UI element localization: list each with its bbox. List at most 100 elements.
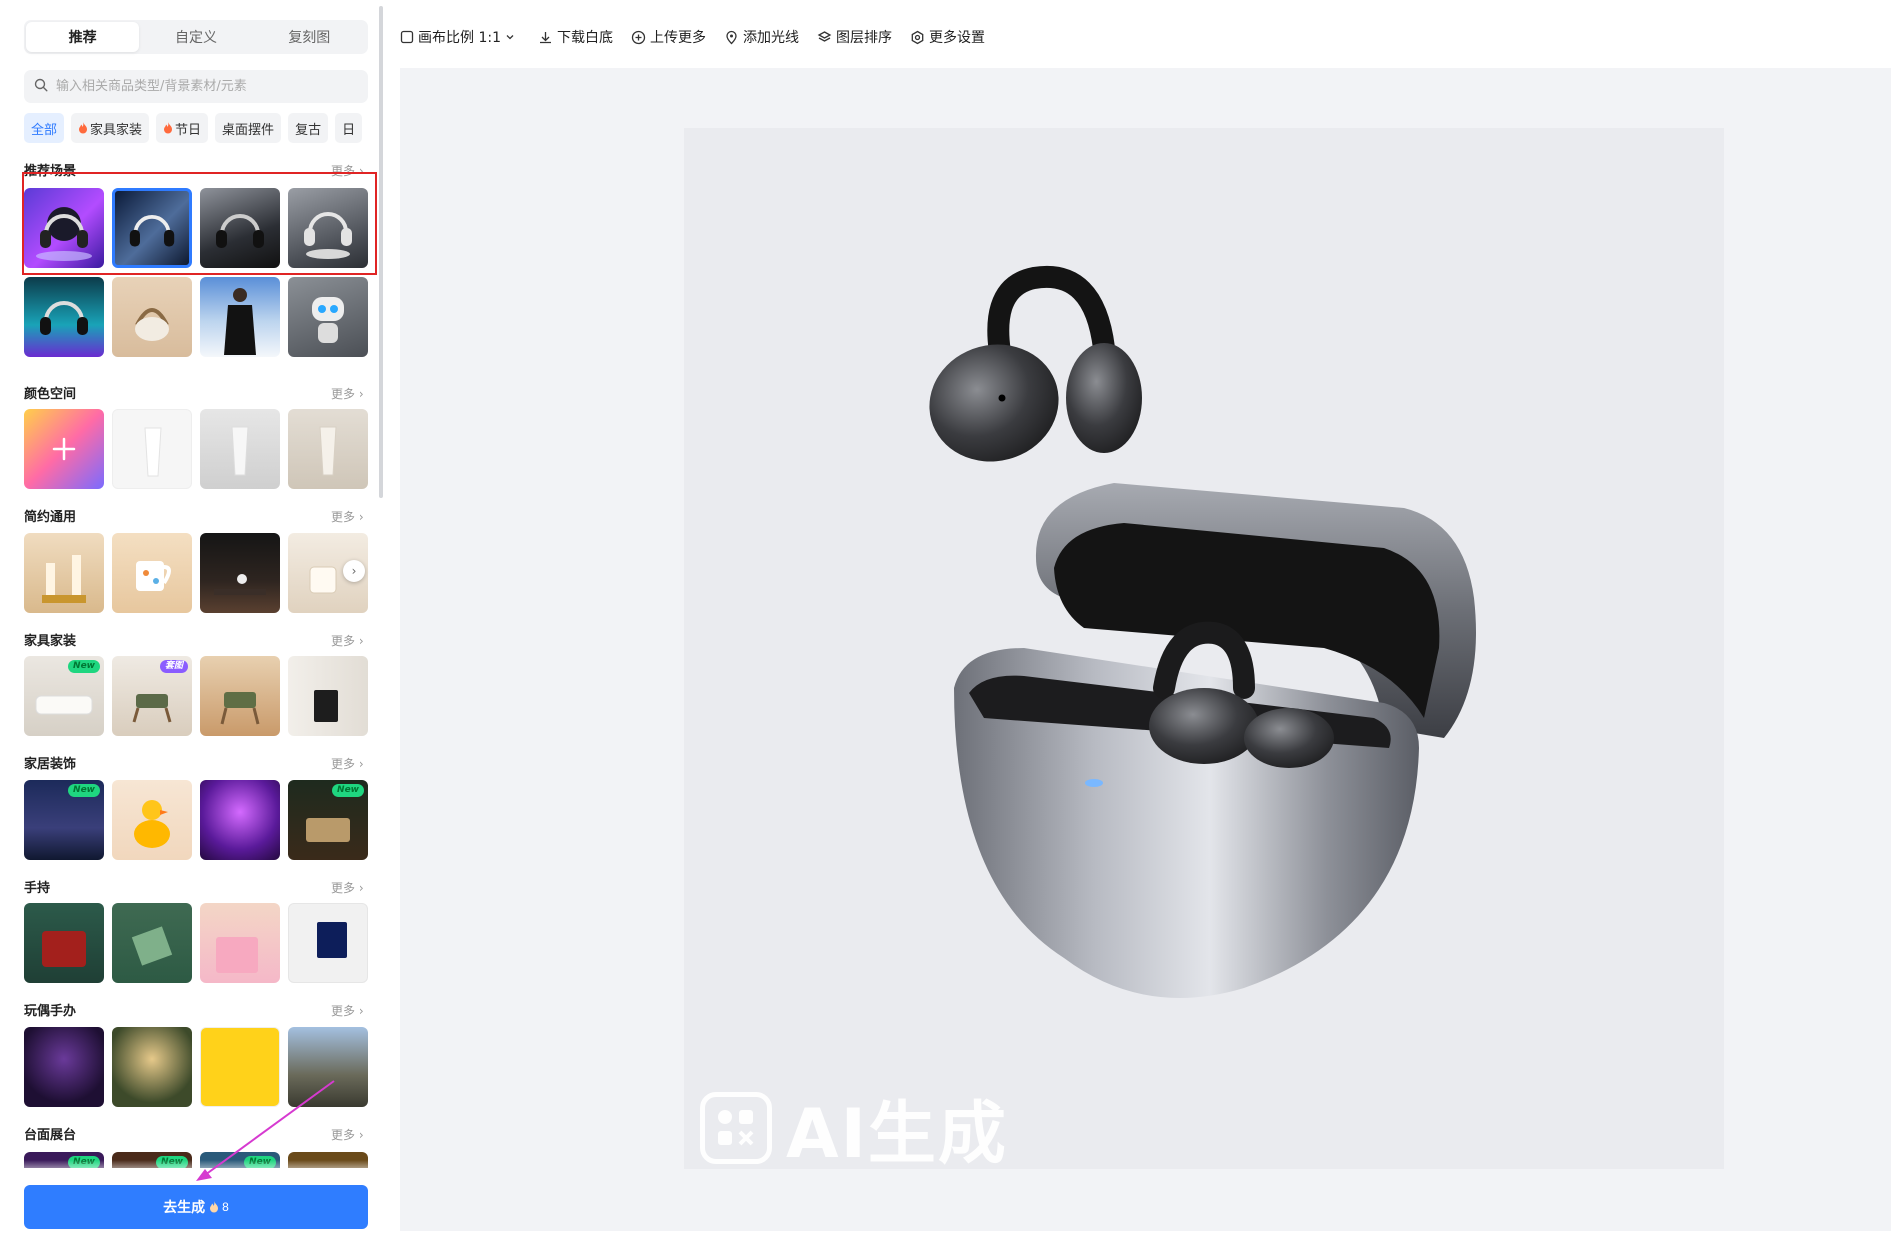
upload-more-button[interactable]: 上传更多 [631,27,706,47]
thumb-row [24,409,368,489]
new-badge: New [68,784,100,797]
thumb-row [24,1027,368,1107]
scene-thumb-armchair-room[interactable]: 套图 [112,656,192,736]
settings-icon [911,30,924,44]
canvas-ratio-dropdown[interactable]: 画布比例 1:1 [400,27,520,47]
person-icon [224,288,256,355]
scene-thumb-helmet-figure[interactable] [288,1027,368,1107]
section-title-color-space: 颜色空间 [24,387,77,402]
chip-desk-decor[interactable]: 桌面摆件 [215,113,282,143]
color-thumb-beige[interactable] [288,409,368,489]
scroll-right-button[interactable]: › [343,560,365,582]
add-color-button[interactable] [24,409,104,489]
section-title-stage: 台面展台 [24,1128,77,1143]
figure-icon [214,574,266,595]
set-badge: 套图 [159,660,188,673]
scene-thumb-man-snow[interactable] [200,277,280,357]
search-icon [34,77,48,96]
headphone-icon [40,301,88,335]
search-input[interactable] [54,78,358,95]
watermark-text: AI生成 [786,1095,1008,1174]
chip-retro[interactable]: 复古 [288,113,329,143]
layer-order-label: 图层排序 [835,30,892,46]
scene-thumb-headphone-teal[interactable] [24,277,104,357]
more-settings-label: 更多设置 [928,30,985,46]
scene-thumb-duck[interactable] [112,780,192,860]
tab-replicate[interactable]: 复刻图 [253,22,366,52]
list-fade [0,1160,380,1178]
fire-icon [79,122,88,134]
new-badge: New [68,660,100,673]
tab-recommend[interactable]: 推荐 [26,22,140,52]
more-link[interactable]: 更多 › [331,508,364,525]
scene-thumb-sofa[interactable]: New [24,656,104,736]
scene-thumb-bag-beige[interactable] [112,277,192,357]
scene-thumb-night-forest[interactable]: New [24,780,104,860]
fire-icon [164,122,173,134]
section-title-home-decor: 家居装饰 [24,757,77,772]
duck-icon [134,800,170,848]
layers-icon [817,30,832,42]
more-link[interactable]: 更多 › [331,1002,364,1019]
scene-thumb-forest-figure[interactable] [112,1027,192,1107]
more-settings-button[interactable]: 更多设置 [910,27,985,47]
layer-order-button[interactable]: 图层排序 [817,27,892,47]
thumb-row: New New [24,780,368,860]
artboard[interactable] [684,128,1724,1169]
category-chips: 全部 家具家装 节日 桌面摆件 复古 日 [24,113,372,143]
bag-icon [135,308,169,341]
plus-icon [52,437,76,461]
tube-icon [231,426,249,476]
thumb-row [24,277,368,357]
scene-thumb-pink-bag[interactable] [200,903,280,983]
scene-thumb-blue-box[interactable] [288,903,368,983]
chip-label: 全部 [31,122,58,138]
ai-logo-icon [700,1091,772,1164]
scene-thumb-candles[interactable] [24,533,104,613]
scene-thumb-jewelry-box[interactable]: New [288,780,368,860]
more-link[interactable]: 更多 › [331,879,364,896]
color-thumb-white[interactable] [112,409,192,489]
scene-thumb-red-bag[interactable] [24,903,104,983]
sidebar-scrollbar[interactable] [379,6,383,498]
plus-circle-icon [631,30,646,44]
chevron-down-icon [506,35,514,40]
generate-button[interactable]: 去生成 8 [24,1185,368,1229]
thumb-row [24,533,368,613]
scene-thumb-green-gift[interactable] [112,903,192,983]
scene-thumb-bin[interactable] [288,656,368,736]
more-link[interactable]: 更多 › [331,632,364,649]
product-earbuds-image[interactable] [684,128,1724,1169]
thumb-row [24,903,368,983]
chip-holiday[interactable]: 节日 [156,113,209,143]
scene-thumb-halloween[interactable] [200,780,280,860]
box-icon [317,922,347,958]
scene-thumb-robot[interactable] [288,277,368,357]
tube-icon [144,427,162,477]
bag-icon [42,931,86,967]
mug-icon [136,561,171,591]
chip-daily[interactable]: 日 [335,113,363,143]
candle-icon [42,555,86,603]
canvas-toolbar: 画布比例 1:1 下载白底 上传更多 添加光线 图层排序 更多设置 [400,22,985,52]
scene-thumb-mug[interactable] [112,533,192,613]
more-link[interactable]: 更多 › [331,1126,364,1143]
scene-thumb-pop-figures[interactable] [200,1027,280,1107]
more-link[interactable]: 更多 › [331,385,364,402]
download-white-bg-button[interactable]: 下载白底 [538,27,613,47]
bin-icon [314,690,338,722]
scene-thumb-dark-table[interactable] [200,533,280,613]
add-light-button[interactable]: 添加光线 [724,27,799,47]
scene-thumb-armchair-wood[interactable] [200,656,280,736]
chip-furniture[interactable]: 家具家装 [71,113,150,143]
more-link[interactable]: 更多 › [331,755,364,772]
chip-all[interactable]: 全部 [24,113,65,143]
generate-label: 去生成 [163,1199,206,1215]
annotation-highlight-box [22,172,377,275]
color-thumb-grey[interactable] [200,409,280,489]
tab-custom[interactable]: 自定义 [139,22,252,52]
search-box [24,70,368,103]
chair-icon [220,692,260,725]
scene-thumb-dark-doll[interactable] [24,1027,104,1107]
section-title-figures: 玩偶手办 [24,1004,77,1019]
